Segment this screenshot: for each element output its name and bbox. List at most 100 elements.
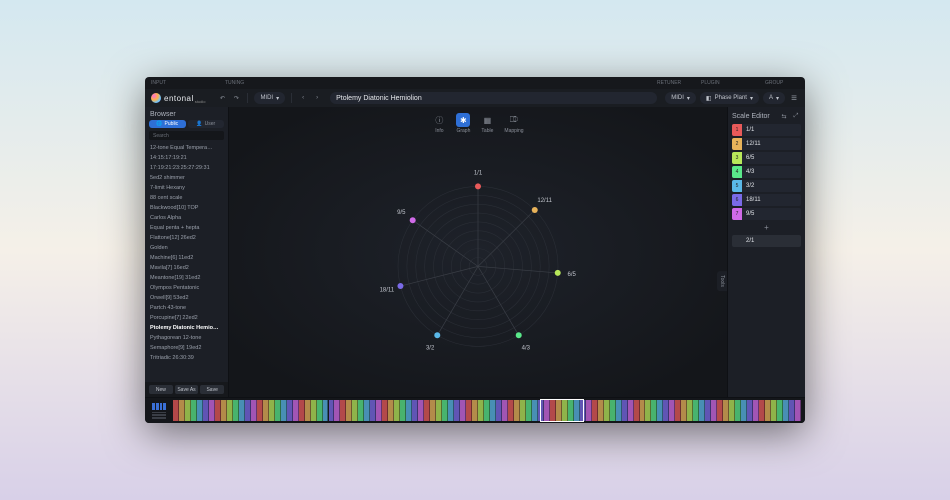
scale-item[interactable]: 88 cent scale [147,193,226,203]
note-row[interactable]: 212/11 [732,138,801,150]
plugin-selector[interactable]: ◧ Phase Plant ▾ [700,92,759,104]
keyboard[interactable] [173,400,801,421]
scale-item[interactable]: Olympos Pentatonic [147,283,226,293]
main: Browser 🌐 Public 👤 User Search 12-tone E… [145,107,805,397]
logo: entonal studio [151,93,205,104]
browser-tab-public[interactable]: 🌐 Public [149,120,186,128]
period-field[interactable]: 2/1 [732,235,801,247]
chevron-down-icon: ▾ [750,95,753,102]
header: entonal studio ↶ ↷ MIDI ▾ ‹ › Ptolemy Di… [145,89,805,107]
note-row[interactable]: 44/3 [732,166,801,178]
chevron-down-icon: ▾ [276,95,279,102]
note-row[interactable]: 36/5 [732,152,801,164]
view-tab-label: Mapping [504,128,523,134]
note-row[interactable]: 79/5 [732,208,801,220]
expand-icon[interactable]: ⤢ [791,111,801,121]
scale-item[interactable]: Pythagorean 12-tone [147,333,226,343]
browser-footer: New Save As Save [145,382,228,397]
scale-item[interactable]: Meantone[19] 31ed2 [147,273,226,283]
view-tab-label: Graph [456,128,470,134]
note-value: 3/2 [742,183,801,189]
tuning-name-field[interactable]: Ptolemy Diatonic Hemiolion [330,92,657,104]
scale-item[interactable]: Semaphore[9] 19ed2 [147,343,226,353]
scale-item[interactable]: Ptolemy Diatonic Hemio… [147,323,226,333]
scale-item[interactable]: Equal penta + hepta [147,223,226,233]
scale-item[interactable]: Blackwood[10] TOP [147,203,226,213]
view-tab-info[interactable]: ⓘInfo [432,113,446,134]
tuning-prev-icon[interactable]: ‹ [298,93,308,103]
chevron-down-icon: ▾ [776,95,779,102]
view-tab-label: Table [481,128,493,134]
topbar-retuner-label: RETUNER [657,80,697,86]
note-index: 4 [732,166,742,178]
add-note-button[interactable]: + [732,222,801,232]
chevron-down-icon: ▾ [687,95,690,102]
scale-list[interactable]: 12-tone Equal Tempera…14:15:17:19:2117:1… [145,143,228,382]
redo-icon[interactable]: ↷ [231,93,241,103]
view-tab-table[interactable]: ▦Table [480,113,494,134]
retuner-selector[interactable]: MIDI ▾ [665,92,696,104]
save-button[interactable]: Save [200,385,224,394]
scale-item[interactable]: Machine[6] 11ed2 [147,253,226,263]
svg-text:6/5: 6/5 [568,272,577,278]
logo-sub: studio [195,99,206,104]
note-index: 6 [732,194,742,206]
view-tab-mapping[interactable]: ⎄Mapping [504,113,523,134]
note-row[interactable]: 53/2 [732,180,801,192]
scale-item[interactable]: Orwell[9] 53ed2 [147,293,226,303]
note-value: 4/3 [742,169,801,175]
svg-text:1/1: 1/1 [474,170,483,176]
keyboard-strip [145,397,805,423]
note-index: 1 [732,124,742,136]
scale-item[interactable]: 17:19:21:23:25:27:29:31 [147,163,226,173]
scale-item[interactable]: Porcupine[7] 22ed2 [147,313,226,323]
scale-item[interactable]: 12-tone Equal Tempera… [147,143,226,153]
browser-title: Browser [145,107,228,120]
note-row[interactable]: 618/11 [732,194,801,206]
topbar: INPUT TUNING RETUNER PLUGIN GROUP [145,77,805,89]
input-selector-label: MIDI [260,95,273,101]
note-value: 12/11 [742,141,801,147]
app-window: INPUT TUNING RETUNER PLUGIN GROUP entona… [145,77,805,423]
saveas-button[interactable]: Save As [175,385,199,394]
tuning-next-icon[interactable]: › [312,93,322,103]
undo-icon[interactable]: ↶ [217,93,227,103]
scale-radar-chart[interactable]: 1/112/116/54/33/218/119/5 [348,147,608,377]
key[interactable] [795,400,801,421]
retuner-selector-label: MIDI [671,95,684,101]
scale-item[interactable]: 14:15:17:19:21 [147,153,226,163]
svg-text:9/5: 9/5 [397,210,406,216]
view-tab-graph[interactable]: ✱Graph [456,113,470,134]
group-selector-label: A [769,95,773,101]
scale-item[interactable]: 7-limit Hexany [147,183,226,193]
search-input[interactable]: Search [149,131,224,140]
logo-mark [151,93,161,103]
stripes-icon [152,403,166,410]
scale-item[interactable]: Carlos Alpha [147,213,226,223]
svg-text:4/3: 4/3 [522,345,531,351]
scale-item[interactable]: Tritriadic 26:30:39 [147,353,226,363]
plugin-icon: ◧ [706,95,712,102]
new-button[interactable]: New [149,385,173,394]
topbar-input-label: INPUT [151,80,191,86]
user-icon: 👤 [196,121,202,127]
note-value: 1/1 [742,127,801,133]
scale-item[interactable]: Mavila[7] 16ed2 [147,263,226,273]
group-selector[interactable]: A ▾ [763,92,785,104]
input-selector[interactable]: MIDI ▾ [254,92,285,104]
scale-item[interactable]: Flattone[12] 26ed2 [147,233,226,243]
topbar-plugin-label: PLUGIN [701,80,761,86]
topbar-tuning-label: TUNING [225,80,653,86]
svg-text:3/2: 3/2 [426,345,435,351]
menu-icon[interactable]: ≡ [789,93,799,103]
scale-item[interactable]: 5ed2 shimmer [147,173,226,183]
note-index: 7 [732,208,742,220]
keyboard-view-toggle[interactable] [149,398,169,423]
scale-item[interactable]: Golden [147,243,226,253]
note-row[interactable]: 11/1 [732,124,801,136]
scale-item[interactable]: Partch 43-tone [147,303,226,313]
info-icon: ⓘ [432,113,446,127]
tools-panel-tab[interactable]: Tools [717,271,727,291]
browser-tab-user[interactable]: 👤 User [188,120,225,128]
link-icon[interactable]: ⇆ [779,111,789,121]
